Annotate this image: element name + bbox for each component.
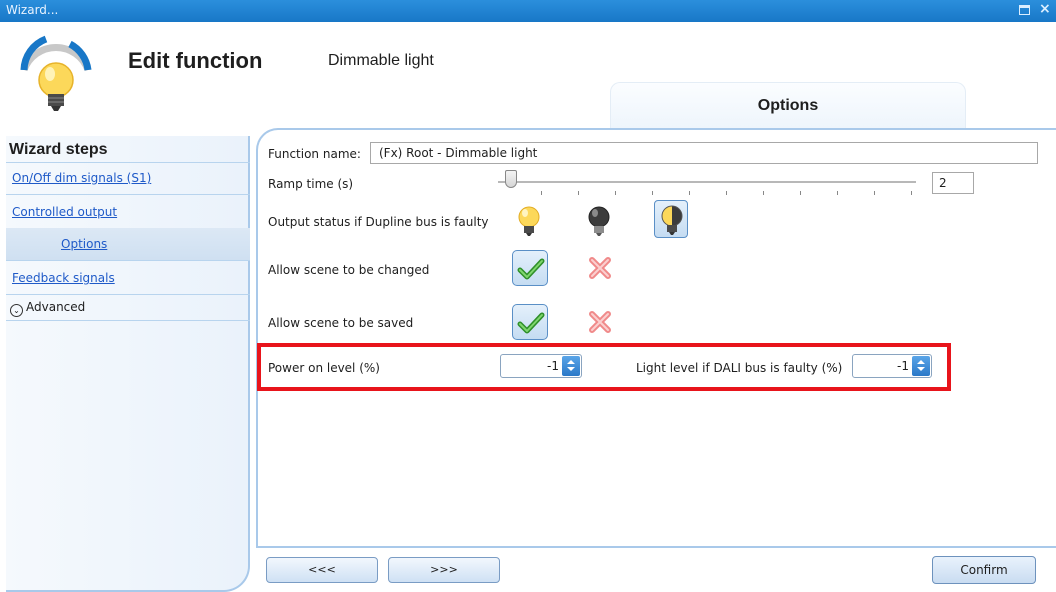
ramp-time-label: Ramp time (s) — [268, 177, 354, 191]
divider — [6, 294, 250, 295]
slider-tick — [763, 191, 764, 195]
dimmable-light-logo-icon — [20, 35, 92, 111]
dali-faulty-level-value: -1 — [897, 359, 909, 373]
advanced-label: Advanced — [26, 300, 86, 314]
slider-tick — [911, 191, 912, 195]
scene-changed-label: Allow scene to be changed — [268, 263, 430, 277]
sidebar-heading: Wizard steps — [9, 141, 108, 158]
slider-tick — [837, 191, 838, 195]
output-status-keep-button[interactable] — [654, 200, 688, 238]
dali-faulty-level-label: Light level if DALI bus is faulty (%) — [636, 361, 843, 375]
output-status-label: Output status if Dupline bus is faulty — [268, 215, 489, 229]
check-icon — [517, 312, 545, 334]
check-icon — [517, 258, 545, 280]
scene-changed-yes-button[interactable] — [512, 250, 548, 286]
power-on-level-stepper[interactable]: -1 — [500, 354, 582, 378]
output-status-off-button[interactable] — [582, 202, 616, 240]
sidebar-active-row — [6, 228, 250, 260]
restore-icon[interactable] — [1019, 5, 1030, 15]
slider-tick — [578, 191, 579, 195]
slider-tick — [726, 191, 727, 195]
page-title: Edit function — [128, 48, 263, 73]
ramp-time-field[interactable]: 2 — [932, 172, 974, 194]
sidebar-item-options[interactable]: Options — [61, 237, 107, 251]
slider-tick — [652, 191, 653, 195]
divider — [6, 194, 250, 195]
scene-saved-yes-button[interactable] — [512, 304, 548, 340]
scene-changed-no-button[interactable] — [582, 250, 618, 286]
cross-icon — [589, 257, 611, 279]
confirm-button[interactable]: Confirm — [932, 556, 1036, 584]
wizard-steps-sidebar: Wizard steps On/Off dim signals (S1) Con… — [6, 136, 250, 592]
sidebar-item-feedback-signals[interactable]: Feedback signals — [12, 271, 115, 285]
slider-tick — [615, 191, 616, 195]
ramp-time-slider-thumb[interactable] — [505, 170, 517, 188]
power-on-level-label: Power on level (%) — [268, 361, 380, 375]
next-button[interactable]: >>> — [388, 557, 500, 583]
sidebar-item-on-off-dim-signals[interactable]: On/Off dim signals (S1) — [12, 171, 151, 185]
tab-options[interactable]: Options — [610, 82, 966, 128]
divider — [6, 162, 250, 163]
cross-icon — [589, 311, 611, 333]
divider — [6, 260, 250, 261]
function-name-field[interactable]: (Fx) Root - Dimmable light — [370, 142, 1038, 164]
function-name-label: Function name: — [268, 147, 361, 161]
chevron-down-icon: ⌄ — [10, 304, 23, 317]
ramp-time-slider[interactable] — [498, 181, 916, 183]
divider — [6, 320, 250, 321]
output-status-on-button[interactable] — [512, 202, 546, 240]
slider-tick — [689, 191, 690, 195]
bulb-on-icon — [518, 206, 540, 236]
previous-button[interactable]: <<< — [266, 557, 378, 583]
dali-faulty-level-stepper[interactable]: -1 — [852, 354, 932, 378]
scene-saved-label: Allow scene to be saved — [268, 316, 414, 330]
bulb-off-icon — [588, 206, 610, 236]
spin-arrows-icon[interactable] — [912, 356, 930, 376]
sidebar-item-controlled-output[interactable]: Controlled output — [12, 205, 117, 219]
advanced-expander[interactable]: ⌄ Advanced — [10, 300, 85, 317]
slider-tick — [541, 191, 542, 195]
bulb-half-icon — [661, 205, 683, 235]
slider-tick — [874, 191, 875, 195]
power-on-level-value: -1 — [547, 359, 559, 373]
close-icon[interactable]: × — [1039, 2, 1051, 16]
function-type: Dimmable light — [328, 52, 434, 69]
slider-tick — [800, 191, 801, 195]
window-titlebar: Wizard... × — [0, 0, 1056, 22]
scene-saved-no-button[interactable] — [582, 304, 618, 340]
spin-arrows-icon[interactable] — [562, 356, 580, 376]
window-title: Wizard... — [6, 3, 59, 17]
